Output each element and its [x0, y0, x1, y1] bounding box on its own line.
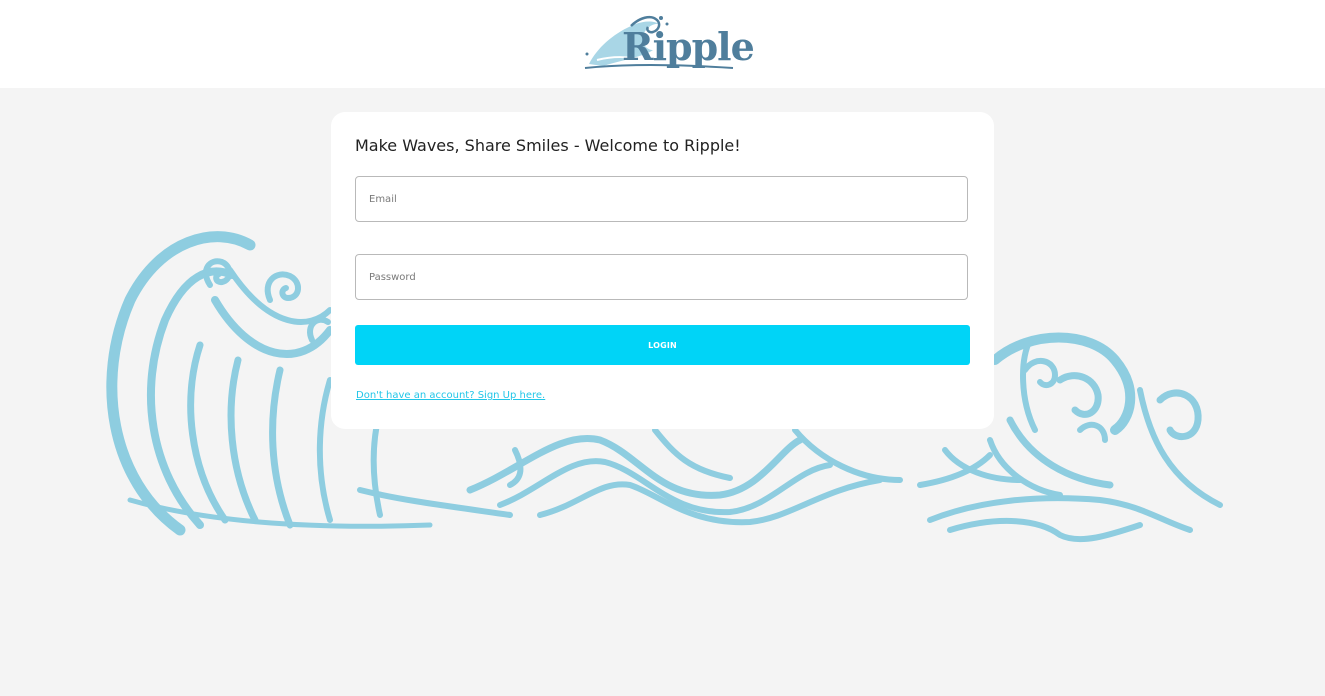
- logo-wordmark: Ripple: [622, 24, 755, 69]
- password-field[interactable]: [355, 254, 968, 300]
- login-card: Make Waves, Share Smiles - Welcome to Ri…: [331, 112, 994, 429]
- signup-link[interactable]: Don't have an account? Sign Up here.: [356, 390, 545, 401]
- email-field[interactable]: [355, 176, 968, 222]
- login-button[interactable]: LOGIN: [355, 325, 970, 365]
- password-input[interactable]: [356, 255, 967, 299]
- login-title: Make Waves, Share Smiles - Welcome to Ri…: [355, 136, 741, 155]
- header: Ripple: [0, 0, 1325, 88]
- email-input[interactable]: [356, 177, 967, 221]
